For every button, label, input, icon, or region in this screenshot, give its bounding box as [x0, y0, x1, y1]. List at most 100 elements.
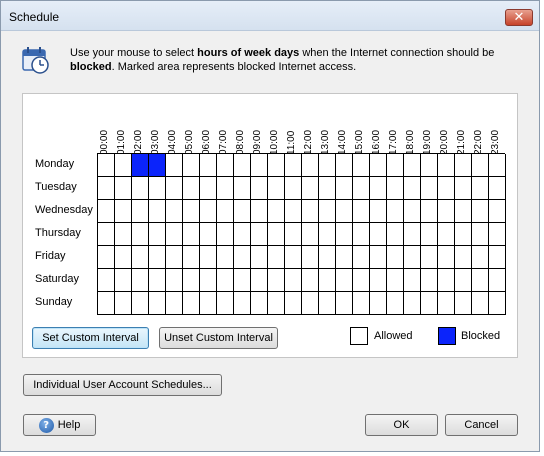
- schedule-cell[interactable]: [132, 154, 149, 177]
- schedule-cell[interactable]: [115, 269, 132, 292]
- schedule-cell[interactable]: [319, 269, 336, 292]
- schedule-cell[interactable]: [251, 223, 268, 246]
- schedule-cell[interactable]: [370, 223, 387, 246]
- schedule-cell[interactable]: [200, 292, 217, 315]
- schedule-cell[interactable]: [489, 200, 506, 223]
- schedule-cell[interactable]: [421, 154, 438, 177]
- schedule-cell[interactable]: [234, 177, 251, 200]
- schedule-cell[interactable]: [370, 200, 387, 223]
- schedule-cell[interactable]: [183, 200, 200, 223]
- schedule-cell[interactable]: [302, 246, 319, 269]
- ok-button[interactable]: OK: [365, 414, 438, 436]
- schedule-cell[interactable]: [353, 246, 370, 269]
- schedule-cell[interactable]: [285, 223, 302, 246]
- schedule-cell[interactable]: [489, 292, 506, 315]
- schedule-cell[interactable]: [183, 223, 200, 246]
- schedule-cell[interactable]: [421, 292, 438, 315]
- schedule-cell[interactable]: [217, 292, 234, 315]
- schedule-cell[interactable]: [200, 177, 217, 200]
- schedule-cell[interactable]: [336, 223, 353, 246]
- schedule-cell[interactable]: [404, 269, 421, 292]
- schedule-cell[interactable]: [387, 177, 404, 200]
- schedule-cell[interactable]: [132, 269, 149, 292]
- schedule-cell[interactable]: [489, 269, 506, 292]
- schedule-cell[interactable]: [268, 223, 285, 246]
- schedule-cell[interactable]: [98, 200, 115, 223]
- schedule-cell[interactable]: [319, 177, 336, 200]
- schedule-cell[interactable]: [404, 246, 421, 269]
- schedule-cell[interactable]: [183, 246, 200, 269]
- schedule-cell[interactable]: [319, 223, 336, 246]
- individual-user-schedules-button[interactable]: Individual User Account Schedules...: [23, 374, 222, 396]
- schedule-cell[interactable]: [455, 292, 472, 315]
- schedule-cell[interactable]: [115, 223, 132, 246]
- schedule-cell[interactable]: [353, 292, 370, 315]
- cancel-button[interactable]: Cancel: [445, 414, 518, 436]
- schedule-cell[interactable]: [370, 292, 387, 315]
- schedule-cell[interactable]: [438, 200, 455, 223]
- schedule-cell[interactable]: [404, 154, 421, 177]
- schedule-cell[interactable]: [336, 246, 353, 269]
- schedule-cell[interactable]: [166, 200, 183, 223]
- schedule-cell[interactable]: [115, 200, 132, 223]
- schedule-cell[interactable]: [166, 246, 183, 269]
- schedule-cell[interactable]: [149, 200, 166, 223]
- schedule-cell[interactable]: [336, 177, 353, 200]
- schedule-cell[interactable]: [319, 154, 336, 177]
- schedule-cell[interactable]: [98, 177, 115, 200]
- schedule-cell[interactable]: [302, 154, 319, 177]
- schedule-cell[interactable]: [217, 246, 234, 269]
- schedule-cell[interactable]: [421, 269, 438, 292]
- schedule-cell[interactable]: [183, 177, 200, 200]
- schedule-cell[interactable]: [489, 246, 506, 269]
- schedule-cell[interactable]: [336, 154, 353, 177]
- schedule-cell[interactable]: [149, 269, 166, 292]
- schedule-cell[interactable]: [285, 292, 302, 315]
- schedule-cell[interactable]: [149, 154, 166, 177]
- schedule-cell[interactable]: [472, 177, 489, 200]
- schedule-cell[interactable]: [438, 269, 455, 292]
- schedule-cell[interactable]: [421, 223, 438, 246]
- schedule-cell[interactable]: [472, 269, 489, 292]
- schedule-cell[interactable]: [353, 177, 370, 200]
- schedule-cell[interactable]: [353, 269, 370, 292]
- schedule-cell[interactable]: [370, 269, 387, 292]
- schedule-cell[interactable]: [285, 269, 302, 292]
- schedule-cell[interactable]: [370, 246, 387, 269]
- schedule-cell[interactable]: [285, 246, 302, 269]
- schedule-cell[interactable]: [217, 200, 234, 223]
- schedule-cell[interactable]: [132, 177, 149, 200]
- schedule-cell[interactable]: [489, 223, 506, 246]
- schedule-cell[interactable]: [200, 154, 217, 177]
- schedule-cell[interactable]: [200, 246, 217, 269]
- schedule-cell[interactable]: [353, 200, 370, 223]
- schedule-cell[interactable]: [166, 177, 183, 200]
- schedule-cell[interactable]: [302, 177, 319, 200]
- schedule-cell[interactable]: [98, 154, 115, 177]
- schedule-cell[interactable]: [268, 200, 285, 223]
- schedule-cell[interactable]: [149, 223, 166, 246]
- schedule-cell[interactable]: [217, 223, 234, 246]
- schedule-cell[interactable]: [251, 292, 268, 315]
- schedule-cell[interactable]: [353, 154, 370, 177]
- schedule-cell[interactable]: [268, 269, 285, 292]
- schedule-cell[interactable]: [234, 200, 251, 223]
- schedule-cell[interactable]: [251, 269, 268, 292]
- schedule-cell[interactable]: [455, 177, 472, 200]
- schedule-cell[interactable]: [404, 177, 421, 200]
- schedule-cell[interactable]: [166, 154, 183, 177]
- schedule-cell[interactable]: [132, 246, 149, 269]
- schedule-cell[interactable]: [285, 177, 302, 200]
- schedule-cell[interactable]: [98, 246, 115, 269]
- schedule-cell[interactable]: [268, 246, 285, 269]
- schedule-cell[interactable]: [472, 154, 489, 177]
- schedule-cell[interactable]: [149, 246, 166, 269]
- schedule-cell[interactable]: [217, 154, 234, 177]
- unset-custom-interval-button[interactable]: Unset Custom Interval: [159, 327, 278, 349]
- schedule-cell[interactable]: [387, 269, 404, 292]
- schedule-cell[interactable]: [319, 292, 336, 315]
- schedule-cell[interactable]: [472, 292, 489, 315]
- schedule-cell[interactable]: [438, 292, 455, 315]
- schedule-cell[interactable]: [115, 246, 132, 269]
- schedule-cell[interactable]: [336, 292, 353, 315]
